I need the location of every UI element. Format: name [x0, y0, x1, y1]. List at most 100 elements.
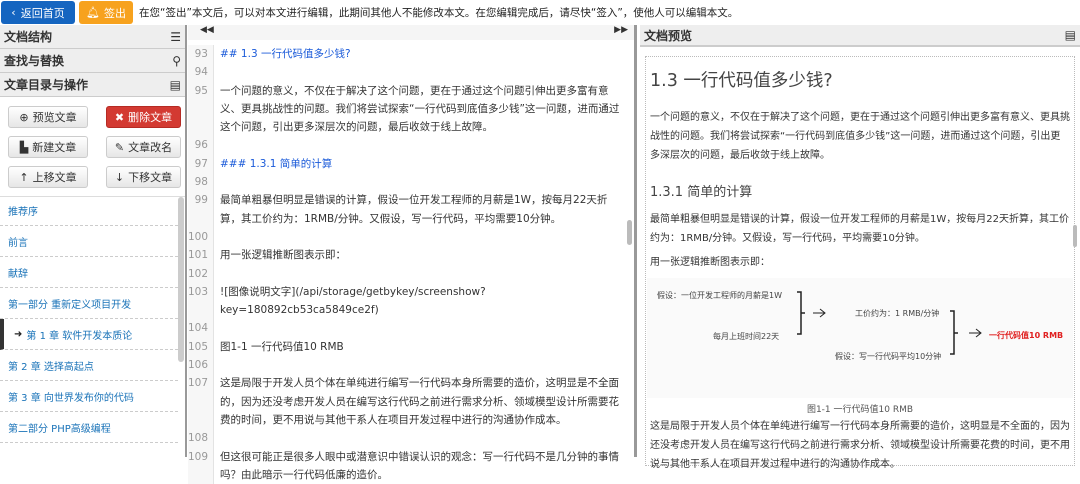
- preview-paragraph: 一个问题的意义，不仅在于解决了这个问题，更在于通过这个问题引伸出更多富有意义、更…: [650, 112, 1070, 161]
- editor-line[interactable]: 这个问题，引出更多深层次的问题，最后收敛于线上故障。: [188, 118, 628, 137]
- editor-line[interactable]: 97 ### 1.3.1 简单的计算: [188, 154, 628, 174]
- left-sidebar: 文档结构 ☰ 查找与替换 ⚲ 文章目录与操作 ▤ ⊕ 预览文章 ✖ 删除文章 ▙ 新建文章 …: [0, 25, 187, 457]
- line-text: 这个问题，引出更多深层次的问题，最后收敛于线上故障。: [220, 121, 493, 134]
- zoom-icon: ⊕: [19, 110, 29, 124]
- new-article-button[interactable]: ▙ 新建文章: [8, 136, 88, 158]
- arrow-up-icon: ↑: [19, 170, 29, 184]
- line-text: 这是局限于开发人员个体在单纯进行编写一行代码本身所需要的造价，这明显是不全面: [220, 377, 619, 390]
- editor-scrollbar[interactable]: [627, 220, 632, 245]
- line-number: [188, 392, 214, 411]
- preview-scrollbar[interactable]: [1073, 225, 1077, 247]
- preview-article-button[interactable]: ⊕ 预览文章: [8, 106, 88, 128]
- delete-article-button[interactable]: ✖ 删除文章: [106, 106, 181, 128]
- line-text: ### 1.3.1 简单的计算: [220, 157, 333, 170]
- line-text: ## 1.3 一行代码值多少钱?: [220, 48, 351, 60]
- line-text: [214, 429, 624, 447]
- toc-item[interactable]: 第一部分 重新定义项目开发: [0, 288, 178, 319]
- editor-line[interactable]: 95 一个问题的意义，不仅在于解决了这个问题，更在于通过这个问题引伸出更多富有意: [188, 81, 628, 100]
- line-text: 算，其工价约为：1RMB/分钟。又假设，写一行代码，平均需要10分钟。: [220, 212, 562, 225]
- editor-line[interactable]: 102: [188, 264, 628, 283]
- editor-line[interactable]: 93 ## 1.3 一行代码值多少钱?: [188, 45, 628, 64]
- toc-item[interactable]: 推荐序: [0, 195, 178, 226]
- editor-line[interactable]: 104: [188, 319, 628, 338]
- toc-item[interactable]: 第二部分 PHP高级编程: [0, 412, 178, 443]
- editor-line[interactable]: 103 ![图像说明文字](/api/storage/getbykey/scree…: [188, 282, 628, 320]
- panel-toc-actions[interactable]: 文章目录与操作 ▤: [0, 73, 185, 97]
- edit-icon: ✎: [114, 140, 125, 154]
- toc-item[interactable]: 第 2 章 选择高起点: [0, 350, 178, 381]
- toc-item[interactable]: 前言: [0, 226, 178, 257]
- line-number: 107: [188, 374, 214, 393]
- markdown-editor[interactable]: ◀◀ ▶▶ 93 ## 1.3 一行代码值多少钱? 94 95 一个问题的意义，不仅在于解…: [188, 25, 637, 484]
- toc-list: 推荐序 前言 献辞 第一部分 重新定义项目开发 ➜ 第 1 章 软件开发本质论 第…: [0, 195, 178, 443]
- editor-line[interactable]: 吗？由此暗示一行代码低廉的造价。: [188, 465, 628, 484]
- line-number: 104: [188, 319, 214, 338]
- move-down-button[interactable]: ↓ 下移文章: [106, 166, 181, 188]
- editor-line[interactable]: 98: [188, 173, 628, 192]
- signout-button[interactable]: 🔔︎ 签出: [79, 1, 133, 24]
- line-text: [214, 319, 624, 337]
- editor-line[interactable]: 106: [188, 356, 628, 375]
- line-number: 96: [188, 136, 214, 155]
- line-text: 费的时间，更不用说与其他干系人在项目开发过程中进行的沟通协作成本。: [220, 413, 567, 426]
- preview-paragraph: 最简单粗暴但明显是错误的计算，假设一位开发工程师的月薪是1W，按每月22天折算，…: [650, 214, 1069, 244]
- editor-line[interactable]: 94: [188, 63, 628, 82]
- editor-line[interactable]: 105 图1-1 一行代码值10 RMB: [188, 337, 628, 357]
- editor-line[interactable]: 算，其工价约为：1RMB/分钟。又假设，写一行代码，平均需要10分钟。: [188, 209, 628, 228]
- toc-scrollbar[interactable]: [178, 197, 184, 362]
- editor-line[interactable]: 费的时间，更不用说与其他干系人在项目开发过程中进行的沟通协作成本。: [188, 410, 628, 430]
- collapse-left-icon[interactable]: ◀◀: [200, 25, 214, 40]
- line-number: 105: [188, 337, 214, 357]
- preview-subheading: 1.3.1 简单的计算: [650, 185, 753, 200]
- line-number: [188, 99, 214, 119]
- line-number: [188, 410, 214, 430]
- document-icon: ▤: [169, 77, 181, 92]
- editor-line[interactable]: 99 最简单粗暴但明显是错误的计算，假设一位开发工程师的月薪是1W，按每月22天折: [188, 191, 628, 210]
- line-number: 101: [188, 246, 214, 265]
- toc-item-active[interactable]: ➜ 第 1 章 软件开发本质论: [0, 319, 178, 350]
- arrow-right-icon: ➜: [14, 328, 23, 340]
- line-number: 102: [188, 264, 214, 283]
- editor-line[interactable]: 义、更具挑战性的问题。我们将尝试探索“一行代码到底值多少钱”这一问题，进而通过: [188, 99, 628, 119]
- preview-heading: 1.3 一行代码值多少钱?: [650, 71, 833, 91]
- line-number: 95: [188, 81, 214, 100]
- line-text: ![图像说明文字](/api/storage/getbykey/screensh…: [220, 285, 486, 317]
- line-number: [188, 118, 214, 137]
- figure-caption: 图1-1 一行代码值10 RMB: [806, 405, 914, 415]
- toc-item[interactable]: 第 3 章 向世界发布你的代码: [0, 381, 178, 412]
- editor-line[interactable]: 108: [188, 429, 628, 448]
- line-number: [188, 465, 214, 484]
- signout-notice: 在您“签出”本文后，可以对本文进行编辑，此期间其他人不能修改本文。在您编辑完成后…: [139, 7, 739, 19]
- panel-find-replace[interactable]: 查找与替换 ⚲: [0, 49, 185, 73]
- panel-doc-structure[interactable]: 文档结构 ☰: [0, 25, 185, 49]
- diagram-brackets: [797, 291, 982, 355]
- editor-line[interactable]: 96: [188, 136, 628, 155]
- line-number: 106: [188, 356, 214, 375]
- line-number: 94: [188, 63, 214, 82]
- document-icon[interactable]: ▤: [1065, 28, 1076, 42]
- editor-line[interactable]: 101 用一张逻辑推断图表示即：: [188, 246, 628, 265]
- editor-line[interactable]: 100: [188, 227, 628, 247]
- search-icon: ⚲: [172, 53, 181, 68]
- move-up-button[interactable]: ↑ 上移文章: [8, 166, 88, 188]
- line-number: 108: [188, 429, 214, 448]
- line-text: 义、更具挑战性的问题。我们将尝试探索“一行代码到底值多少钱”这一问题，进而通过: [220, 102, 620, 115]
- toc-item[interactable]: 献辞: [0, 257, 178, 288]
- editor-line[interactable]: 的，因为还没考虑开发人员在编写这行代码之前进行需求分析、领域模型设计所需要花: [188, 392, 628, 411]
- line-number: 99: [188, 191, 214, 210]
- line-number: 98: [188, 173, 214, 192]
- rename-article-button[interactable]: ✎ 文章改名: [106, 136, 181, 158]
- line-text: 用一张逻辑推断图表示即：: [220, 249, 346, 262]
- preview-paragraph: 用一张逻辑推断图表示即：: [650, 257, 770, 268]
- expand-right-icon[interactable]: ▶▶: [614, 25, 628, 40]
- top-bar: ‹ 返回首页 🔔︎ 签出 在您“签出”本文后，可以对本文进行编辑，此期间其他人不能修…: [0, 0, 1080, 25]
- line-number: 93: [188, 45, 214, 64]
- line-text: [214, 136, 624, 154]
- line-text: 一个问题的意义，不仅在于解决了这个问题，更在于通过这个问题引伸出更多富有意: [220, 84, 609, 97]
- editor-line[interactable]: 107 这是局限于开发人员个体在单纯进行编写一行代码本身所需要的造价，这明显是不全…: [188, 374, 628, 393]
- line-text: [214, 173, 624, 191]
- line-text: 图1-1 一行代码值10 RMB: [220, 340, 344, 353]
- preview-paragraph: 这是局限于开发人员个体在单纯进行编写一行代码本身所需要的造价，这明显是不全面的，…: [650, 421, 1070, 470]
- editor-lines[interactable]: 93 ## 1.3 一行代码值多少钱? 94 95 一个问题的意义，不仅在于解决了这个问…: [188, 45, 628, 484]
- back-home-button[interactable]: ‹ 返回首页: [1, 1, 75, 24]
